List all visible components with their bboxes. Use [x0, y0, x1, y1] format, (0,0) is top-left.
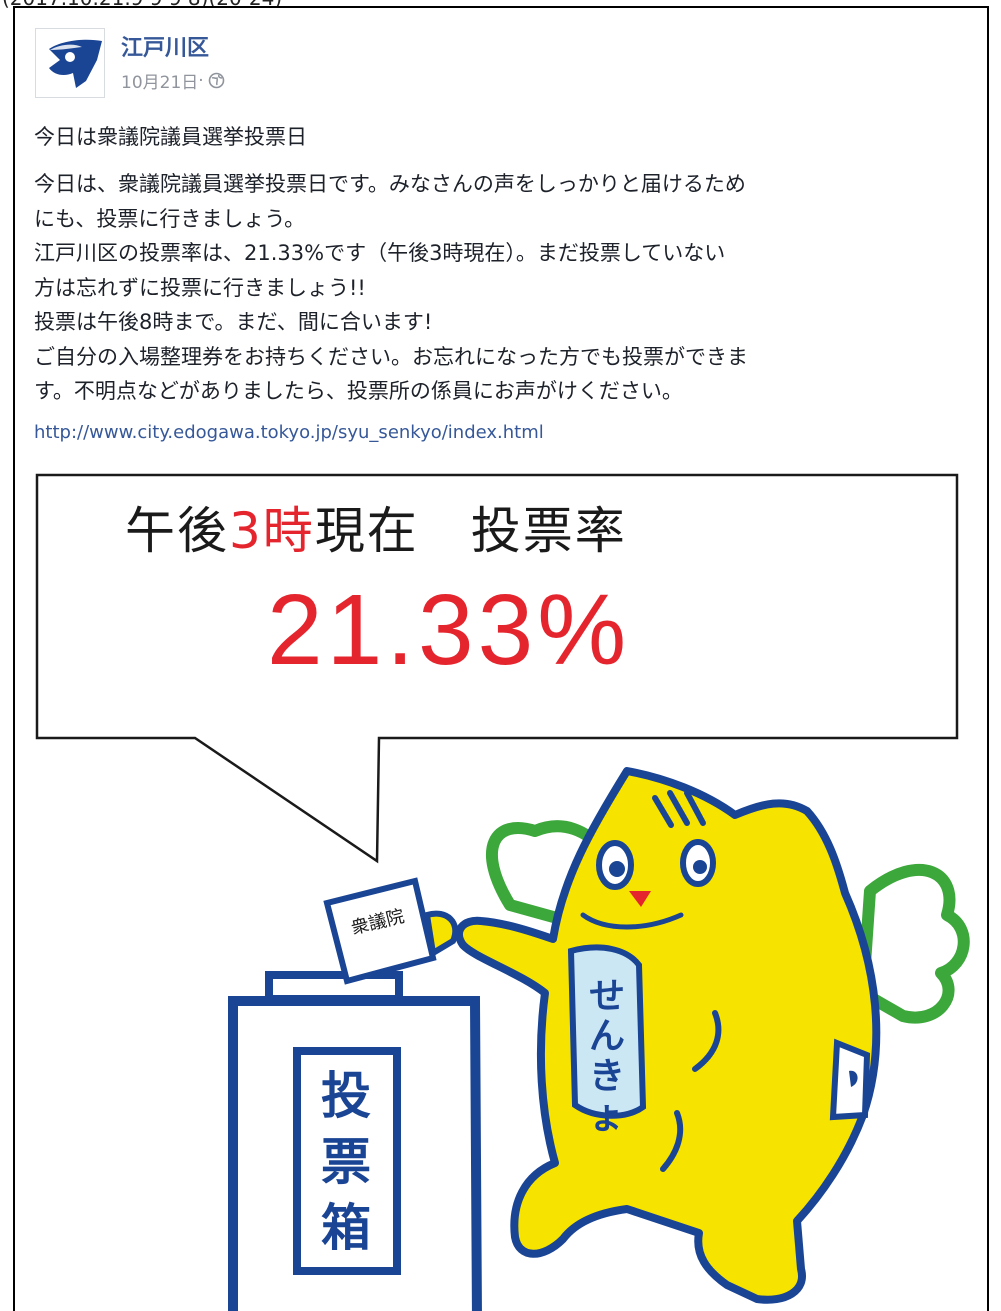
post-body-line: す。不明点などがありましたら、投票所の係員にお声がけください。	[34, 379, 683, 403]
post-body-line: 今日は、衆議院議員選挙投票日です。みなさんの声をしっかりと届けるため	[34, 172, 746, 196]
ballot-box-slot	[265, 971, 403, 1003]
post-body: 今日は、衆議院議員選挙投票日です。みなさんの声をしっかりと届けるため にも、投票…	[34, 167, 954, 409]
heading-prefix: 午後	[125, 502, 229, 560]
post-date[interactable]: 10月21日	[121, 68, 198, 93]
ballot-box-label: 投票箱	[321, 1067, 371, 1257]
edogawa-logo-icon	[49, 39, 102, 88]
post-meta: 10月21日 ·	[121, 68, 225, 93]
post-body-line: ご自分の入場整理券をお持ちください。お忘れになった方でも投票ができま	[34, 344, 748, 369]
post-link[interactable]: http://www.city.edogawa.tokyo.jp/syu_sen…	[34, 422, 544, 443]
post-image[interactable]: 午後3時現在 投票率 21.33% 衆議院 投票箱 せんきょ	[15, 453, 991, 1311]
post-body-line: 方は忘れずに投票に行きましょう!!	[34, 275, 366, 300]
sash-label: せんきょ	[588, 976, 625, 1137]
turnout-rate: 21.33%	[267, 574, 631, 686]
screenshot-page: (2017.10.21.9 9 9 8)(20-24) 江戸川区 10月21日 …	[0, 0, 1001, 1311]
page-avatar[interactable]	[35, 28, 105, 98]
post-body-line: にも、投票に行きましょう。	[34, 206, 306, 231]
heading-suffix: 現在 投票率	[314, 502, 627, 560]
heading-highlight: 3時	[229, 502, 315, 560]
post-body-line: 投票は午後8時まで。まだ、間に合います!	[34, 310, 433, 334]
meta-separator: ·	[198, 70, 204, 91]
facebook-post-card: 江戸川区 10月21日 · 今日は衆議院議員選挙投票日 今日は、衆議院議員選挙投…	[13, 6, 989, 1311]
post-title: 今日は衆議院議員選挙投票日	[34, 125, 307, 149]
page-name-link[interactable]: 江戸川区	[121, 30, 209, 62]
mascot-bag	[829, 1038, 871, 1121]
post-body-line: 江戸川区の投票率は、21.33%です（午後3時現在）。まだ投票していない	[34, 241, 726, 265]
globe-icon[interactable]	[208, 72, 225, 89]
bubble-heading: 午後3時現在 投票率	[125, 491, 627, 563]
